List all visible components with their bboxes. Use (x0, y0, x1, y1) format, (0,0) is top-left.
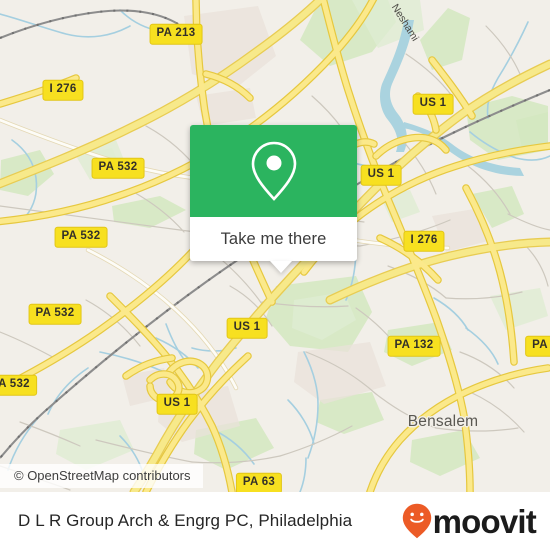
popup-pointer-triangle (270, 261, 292, 273)
road-shield-us-1[interactable]: US 1 (156, 393, 198, 415)
moovit-wordmark: moovit (432, 502, 537, 540)
footer-bar: D L R Group Arch & Engrg PC, Philadelphi… (0, 492, 550, 550)
road-shield-pa[interactable]: PA (525, 335, 550, 357)
road-shield-i-276[interactable]: I 276 (403, 230, 445, 252)
road-shield-pa-532-clipped[interactable]: A 532 (0, 374, 37, 396)
map-canvas[interactable]: .land { fill:#f2efe9; } .green { fill:#d… (0, 0, 550, 492)
road-shield-us-1[interactable]: US 1 (412, 93, 454, 115)
road-shield-pa-532[interactable]: PA 532 (28, 303, 82, 325)
road-shield-pa-532[interactable]: PA 532 (54, 226, 108, 248)
road-shield-pa-132[interactable]: PA 132 (387, 335, 441, 357)
place-title: D L R Group Arch & Engrg PC, Philadelphi… (18, 511, 353, 530)
road-shield-us-1[interactable]: US 1 (226, 317, 268, 339)
moovit-brand-logo[interactable]: moovit (402, 502, 537, 540)
road-shield-us-1[interactable]: US 1 (360, 164, 402, 186)
place-popup-card[interactable]: Take me there (190, 125, 357, 273)
take-me-there-label: Take me there (220, 229, 327, 248)
take-me-there-button[interactable]: Take me there (190, 217, 357, 273)
map-pin-icon (251, 141, 296, 201)
road-shield-pa-532[interactable]: PA 532 (91, 157, 145, 179)
osm-attribution[interactable]: © OpenStreetMap contributors (0, 464, 203, 488)
moovit-place-map-screenshot: .land { fill:#f2efe9; } .green { fill:#d… (0, 0, 550, 550)
road-shield-i-276[interactable]: I 276 (42, 79, 84, 101)
moovit-smiley-pin-icon (402, 503, 431, 539)
popup-image-placeholder (190, 125, 357, 217)
place-label-bensalem: Bensalem (407, 413, 479, 430)
road-shield-pa-213[interactable]: PA 213 (149, 23, 203, 45)
road-shield-pa-63[interactable]: PA 63 (235, 472, 283, 492)
